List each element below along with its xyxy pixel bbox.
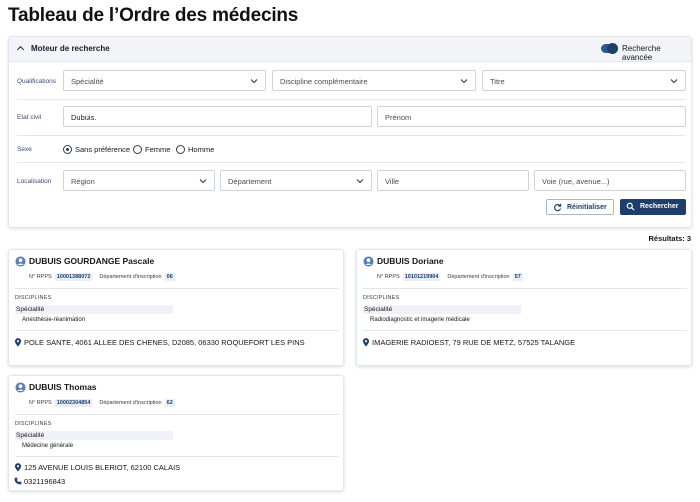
- titre-select[interactable]: Titre: [482, 70, 686, 91]
- user-avatar-icon: [363, 256, 374, 267]
- dept-value: 62: [164, 399, 175, 407]
- doctor-name[interactable]: DUBUIS Thomas: [29, 382, 97, 392]
- specialite-placeholder: Spécialité: [71, 77, 104, 86]
- localisation-label: Localisation: [17, 178, 52, 185]
- dept-label: Département d'inscription: [99, 274, 162, 280]
- prenom-input[interactable]: Prénom: [377, 106, 686, 127]
- card-divider: [363, 288, 687, 289]
- result-card[interactable]: DUBUIS Thomas N° RPPS 10002304854 Départe…: [8, 375, 344, 491]
- voie-input[interactable]: Voie (rue, avenue...): [534, 170, 686, 191]
- voie-placeholder: Voie (rue, avenue...): [542, 177, 610, 186]
- radio-femme-label[interactable]: Femme: [145, 145, 170, 154]
- dept-label: Département d'inscription: [447, 274, 510, 280]
- radio-sans-preference[interactable]: [63, 145, 72, 154]
- specialty-bar: Spécialité: [15, 305, 173, 314]
- doctor-name[interactable]: DUBUIS GOURDANGE Pascale: [29, 256, 154, 266]
- departement-placeholder: Département: [228, 177, 272, 186]
- advanced-search-toggle[interactable]: [601, 43, 618, 54]
- dept-value: 57: [512, 273, 523, 281]
- specialty-bar: Spécialité: [363, 305, 521, 314]
- rpps-value: 10002304854: [54, 399, 93, 407]
- ville-placeholder: Ville: [385, 177, 400, 186]
- titre-placeholder: Titre: [490, 77, 505, 86]
- user-avatar-icon: [15, 256, 26, 267]
- disciplines-title: DISCIPLINES: [15, 295, 52, 301]
- specialty-bar: Spécialité: [15, 431, 173, 440]
- phone-icon: [14, 477, 22, 485]
- specialty-label: Spécialité: [364, 306, 393, 313]
- specialty-value: Anesthésie-réanimation: [22, 317, 86, 323]
- result-card[interactable]: DUBUIS GOURDANGE Pascale N° RPPS 1000138…: [8, 249, 344, 366]
- page-title: Tableau de l’Ordre des médecins: [8, 5, 299, 26]
- departement-select[interactable]: Département: [220, 170, 372, 191]
- ville-input[interactable]: Ville: [377, 170, 529, 191]
- discipline-placeholder: Discipline complémentaire: [280, 77, 368, 86]
- location-pin-icon: [14, 338, 22, 347]
- dept-label: Département d'inscription: [99, 400, 162, 406]
- card-divider: [363, 330, 687, 331]
- specialty-value: Radiodiagnostic et imagerie médicale: [370, 317, 470, 323]
- refresh-icon: [554, 203, 562, 212]
- rpps-label: N° RPPS: [377, 274, 400, 280]
- search-panel-header[interactable]: Moteur de recherche Recherche avancée: [9, 37, 691, 62]
- card-divider: [15, 456, 339, 457]
- nom-input[interactable]: Dubuis.: [63, 106, 372, 127]
- location-pin-icon: [362, 338, 370, 347]
- row-divider: [17, 162, 685, 163]
- nom-input-value: Dubuis.: [71, 113, 97, 122]
- doctor-meta: N° RPPS 10002304854 Département d'inscrip…: [29, 399, 175, 407]
- card-divider: [15, 414, 339, 415]
- radio-sans-preference-label[interactable]: Sans préférence: [75, 145, 130, 154]
- discipline-select[interactable]: Discipline complémentaire: [272, 70, 476, 91]
- doctor-address: POLE SANTE, 4061 ALLEE DES CHENES, D2085…: [24, 338, 305, 347]
- chevron-down-icon: [250, 79, 258, 84]
- reset-button[interactable]: Réinitialiser: [546, 199, 614, 215]
- search-panel-title: Moteur de recherche: [31, 44, 110, 53]
- sexe-label: Sexe: [17, 146, 32, 153]
- result-card[interactable]: DUBUIS Doriane N° RPPS 10101219904 Départ…: [356, 249, 692, 366]
- doctor-name[interactable]: DUBUIS Doriane: [377, 256, 444, 266]
- rpps-value: 10101219904: [402, 273, 441, 281]
- specialty-label: Spécialité: [16, 306, 45, 313]
- chevron-down-icon: [670, 79, 678, 84]
- card-divider: [15, 330, 339, 331]
- radio-homme[interactable]: [176, 145, 185, 154]
- radio-femme[interactable]: [133, 145, 142, 154]
- search-button[interactable]: Rechercher: [620, 199, 686, 215]
- card-divider: [15, 288, 339, 289]
- qualifications-label: Qualifications: [17, 78, 57, 85]
- doctor-address: IMAGERIE RADIOEST, 79 RUE DE METZ, 57525…: [372, 338, 576, 347]
- chevron-down-icon: [199, 179, 207, 184]
- user-avatar-icon: [15, 382, 26, 393]
- disciplines-title: DISCIPLINES: [363, 295, 400, 301]
- rpps-label: N° RPPS: [29, 274, 52, 280]
- chevron-down-icon: [356, 179, 364, 184]
- advanced-search-label: Recherche avancée: [622, 44, 661, 62]
- chevron-down-icon: [460, 79, 468, 84]
- doctor-meta: N° RPPS 10001388072 Département d'inscrip…: [29, 273, 175, 281]
- doctor-meta: N° RPPS 10101219904 Département d'inscrip…: [377, 273, 523, 281]
- specialty-label: Spécialité: [16, 432, 45, 439]
- prenom-placeholder: Prénom: [385, 113, 412, 122]
- disciplines-title: DISCIPLINES: [15, 421, 52, 427]
- specialty-value: Médecine générale: [22, 443, 74, 449]
- search-button-label: Rechercher: [640, 203, 679, 210]
- rpps-label: N° RPPS: [29, 400, 52, 406]
- search-icon: [626, 202, 635, 211]
- chevron-up-icon[interactable]: [16, 44, 25, 53]
- reset-button-label: Réinitialiser: [567, 204, 607, 211]
- specialite-select[interactable]: Spécialité: [63, 70, 266, 91]
- region-select[interactable]: Région: [63, 170, 215, 191]
- dept-value: 06: [164, 273, 175, 281]
- row-divider: [17, 99, 685, 100]
- location-pin-icon: [14, 463, 22, 472]
- doctor-address: 125 AVENUE LOUIS BLERIOT, 62100 CALAIS: [24, 463, 181, 472]
- row-divider: [17, 135, 685, 136]
- etat-civil-label: Etat civil: [17, 114, 42, 121]
- region-placeholder: Région: [71, 177, 95, 186]
- rpps-value: 10001388072: [54, 273, 93, 281]
- radio-homme-label[interactable]: Homme: [188, 145, 214, 154]
- results-count: Résultats: 3: [648, 234, 691, 243]
- doctor-phone[interactable]: 0321196843: [24, 477, 65, 486]
